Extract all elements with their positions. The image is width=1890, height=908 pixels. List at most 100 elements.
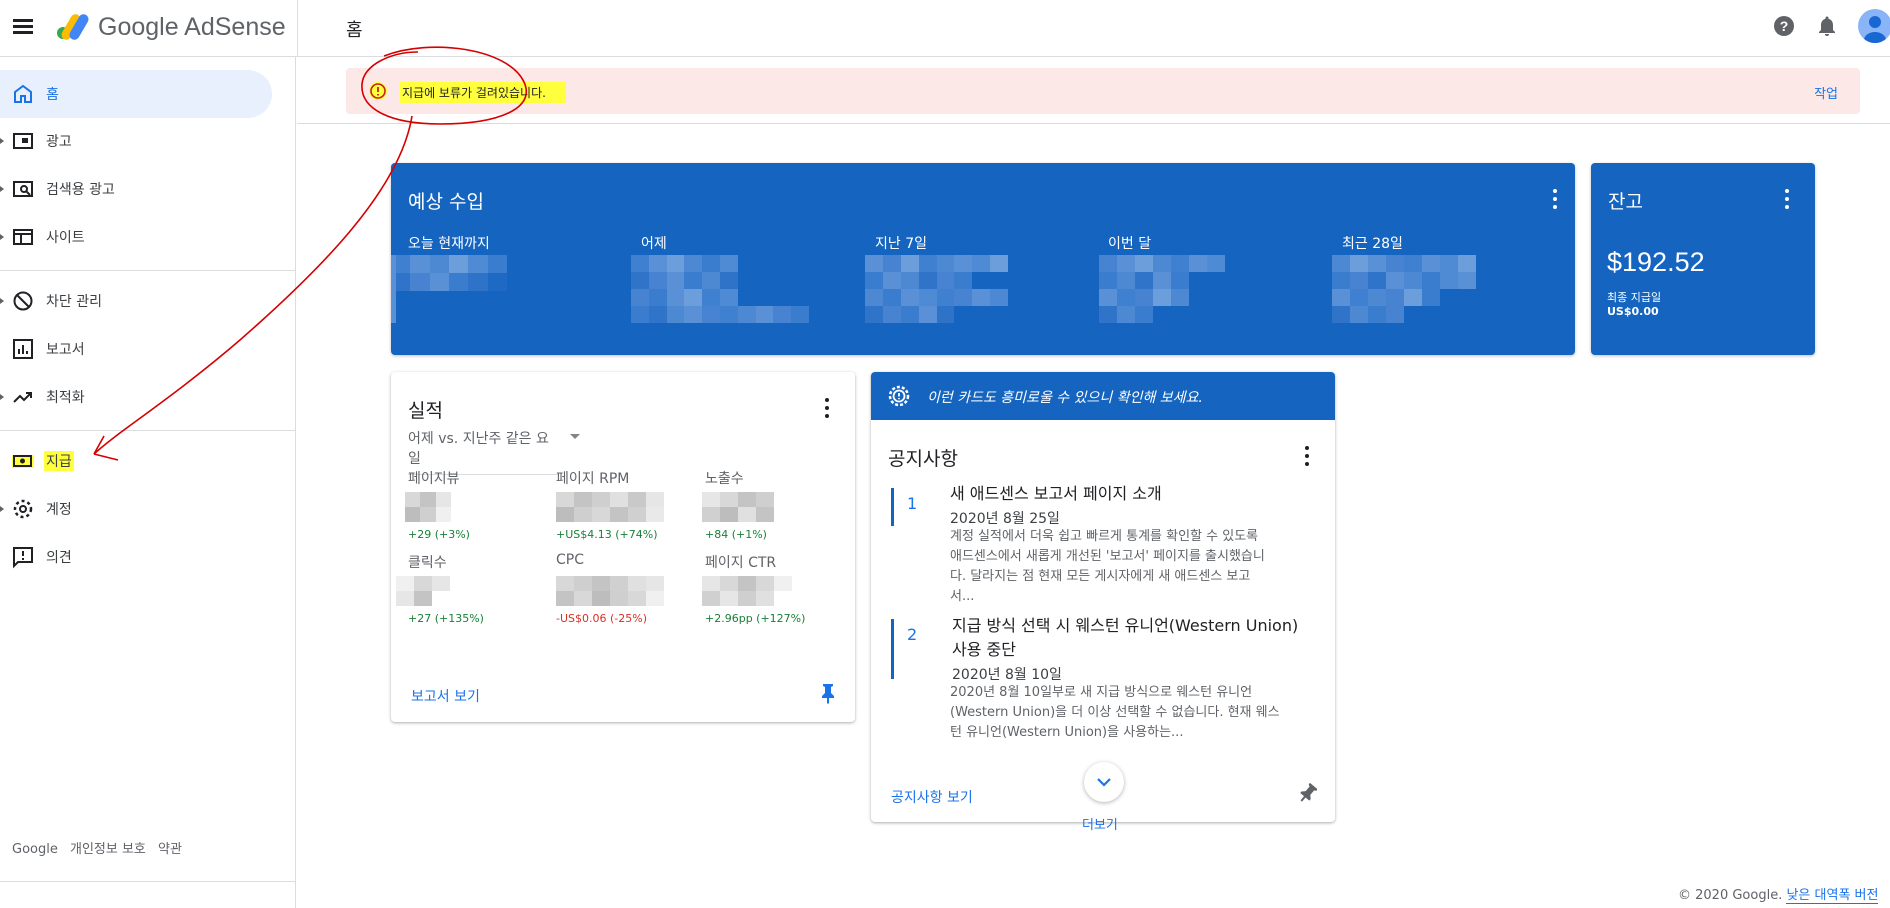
account-icon <box>1864 16 1886 43</box>
metric-label-yesterday: 어제 <box>641 236 667 252</box>
announcement-number: 2 <box>907 625 918 644</box>
page-footer: © 2020 Google. 낮은 대역폭 버전 <box>1678 884 1879 904</box>
more-vert-icon[interactable] <box>815 396 839 420</box>
low-bandwidth-link[interactable]: 낮은 대역폭 버전 <box>1786 888 1879 904</box>
more-vert-icon[interactable] <box>1295 444 1319 468</box>
metric-label-this-month: 이번 달 <box>1108 236 1152 252</box>
sidebar-item-label: 최적화 <box>46 390 85 406</box>
show-more-label[interactable]: 더보기 <box>1082 814 1118 833</box>
view-announcements-link[interactable]: 공지사항 보기 <box>891 787 973 807</box>
redacted-value <box>556 576 664 606</box>
redacted-value <box>396 576 450 606</box>
sidebar-item-label: 검색용 광고 <box>46 182 115 198</box>
payment-hold-alert: 지급에 보류가 걸려있습니다. 작업 <box>346 68 1860 114</box>
expand-caret-icon <box>0 506 4 512</box>
sidebar-item-reports[interactable]: 보고서 <box>0 325 272 373</box>
announcement-body: 2020년 8월 10일부로 새 지급 방식으로 웨스턴 유니언 (Wester… <box>950 683 1280 743</box>
help-icon[interactable]: ? <box>1772 14 1796 38</box>
footer-google-link[interactable]: Google <box>12 842 58 857</box>
sidebar-divider <box>0 430 296 431</box>
view-report-link[interactable]: 보고서 보기 <box>411 686 480 706</box>
expand-caret-icon <box>0 234 4 240</box>
sidebar-divider <box>0 881 296 882</box>
avatar[interactable] <box>1858 9 1890 43</box>
adsense-logo-icon <box>57 14 89 40</box>
announcement-body-line: 턴 유니언(Western Union)을 사용하는... <box>950 725 1184 740</box>
redacted-value <box>391 255 507 291</box>
sites-icon <box>13 229 33 245</box>
redacted-value <box>702 492 774 522</box>
svg-text:?: ? <box>1780 18 1789 34</box>
estimated-earnings-card: 예상 수입 오늘 현재까지 어제 지난 7일 이번 달 최근 28일 <box>391 163 1575 355</box>
footer-privacy-link[interactable]: 개인정보 보호 <box>70 842 146 857</box>
metric-label: 클릭수 <box>408 555 447 571</box>
sidebar-item-sites[interactable]: 사이트 <box>0 213 272 261</box>
sidebar: 홈 광고 검색용 광고 사이트 차단 관리 보고서 최적화 지급 계정 의견 <box>0 57 296 908</box>
metric-delta: +2.96pp (+127%) <box>705 612 806 625</box>
alert-action-button[interactable]: 작업 <box>1814 83 1838 102</box>
trending-up-icon <box>13 392 32 403</box>
redacted-value <box>702 576 792 606</box>
metric-label: CPC <box>556 552 584 568</box>
redacted-value <box>556 492 664 522</box>
search-ads-icon <box>13 181 33 197</box>
notifications-icon[interactable] <box>1815 14 1839 38</box>
comparison-value: 어제 vs. 지난주 같은 요일 <box>408 431 549 467</box>
feedback-icon <box>13 547 33 569</box>
announcement-title[interactable]: 지급 방식 선택 시 웨스턴 유니언(Western Union) 사용 중단 <box>952 614 1298 662</box>
metric-delta: +US$4.13 (+74%) <box>556 528 658 541</box>
sidebar-item-home[interactable]: 홈 <box>0 70 272 118</box>
content-divider <box>297 123 1890 124</box>
redacted-value <box>405 492 451 522</box>
metric-label: 페이지 RPM <box>556 471 630 487</box>
payments-icon <box>12 455 34 468</box>
footer-terms-link[interactable]: 약관 <box>158 842 182 857</box>
announcement-body-line: 서... <box>950 589 975 604</box>
sidebar-divider <box>0 270 296 271</box>
sidebar-item-block[interactable]: 차단 관리 <box>0 277 272 325</box>
more-vert-icon[interactable] <box>1543 187 1567 211</box>
sidebar-item-account[interactable]: 계정 <box>0 485 272 533</box>
sidebar-item-payments[interactable]: 지급 <box>0 437 272 485</box>
sidebar-item-search-ads[interactable]: 검색용 광고 <box>0 165 272 213</box>
page-title: 홈 <box>346 20 363 41</box>
more-vert-icon[interactable] <box>1775 187 1799 211</box>
metric-label-last-28-days: 최근 28일 <box>1342 236 1403 252</box>
announcement-body-line: 2020년 8월 10일부로 새 지급 방식으로 웨스턴 유니언 <box>950 685 1253 700</box>
gear-icon <box>13 499 33 519</box>
sidebar-item-feedback[interactable]: 의견 <box>0 533 272 581</box>
announcement-title[interactable]: 새 애드센스 보고서 페이지 소개 <box>950 482 1162 506</box>
sidebar-item-label: 차단 관리 <box>46 294 102 310</box>
announcement-body-line: (Western Union)을 더 이상 선택할 수 없습니다. 현재 웨스 <box>950 705 1280 720</box>
pin-icon[interactable] <box>819 682 837 704</box>
pin-outline-icon[interactable] <box>1299 782 1317 804</box>
announcement-number: 1 <box>907 494 918 513</box>
announcement-body-line: 계정 실적에서 더욱 쉽고 빠르게 통계를 확인할 수 있도록 <box>950 529 1259 544</box>
card-title: 잔고 <box>1608 191 1643 213</box>
sidebar-item-optimization[interactable]: 최적화 <box>0 373 272 421</box>
sidebar-item-label: 의견 <box>46 550 72 566</box>
menu-icon[interactable] <box>12 15 34 37</box>
announcement-title-line: 사용 중단 <box>952 640 1016 659</box>
card-title: 공지사항 <box>888 448 958 470</box>
sidebar-item-ads[interactable]: 광고 <box>0 117 272 165</box>
redacted-bar <box>391 255 396 323</box>
sidebar-footer: Google 개인정보 보호 약관 <box>12 838 190 857</box>
settings-badge-icon <box>888 385 910 407</box>
expand-caret-icon <box>0 138 4 144</box>
sidebar-item-label: 사이트 <box>46 230 85 246</box>
chevron-down-icon <box>1097 778 1111 787</box>
card-title: 실적 <box>408 400 443 422</box>
redacted-value <box>1332 255 1476 323</box>
redacted-value <box>865 255 1008 323</box>
redacted-value <box>1099 255 1225 323</box>
announcement-body-line: 애드센스에서 새롭게 개선된 '보고서' 페이지를 출시했습니 <box>950 549 1265 564</box>
metric-delta: +29 (+3%) <box>408 528 470 541</box>
show-more-button[interactable] <box>1084 762 1124 802</box>
card-title: 예상 수입 <box>408 191 484 213</box>
metric-delta: +84 (+1%) <box>705 528 767 541</box>
expand-caret-icon <box>0 186 4 192</box>
metric-label: 노출수 <box>705 471 744 487</box>
metric-delta: -US$0.06 (-25%) <box>556 612 647 625</box>
warning-icon <box>369 82 387 100</box>
